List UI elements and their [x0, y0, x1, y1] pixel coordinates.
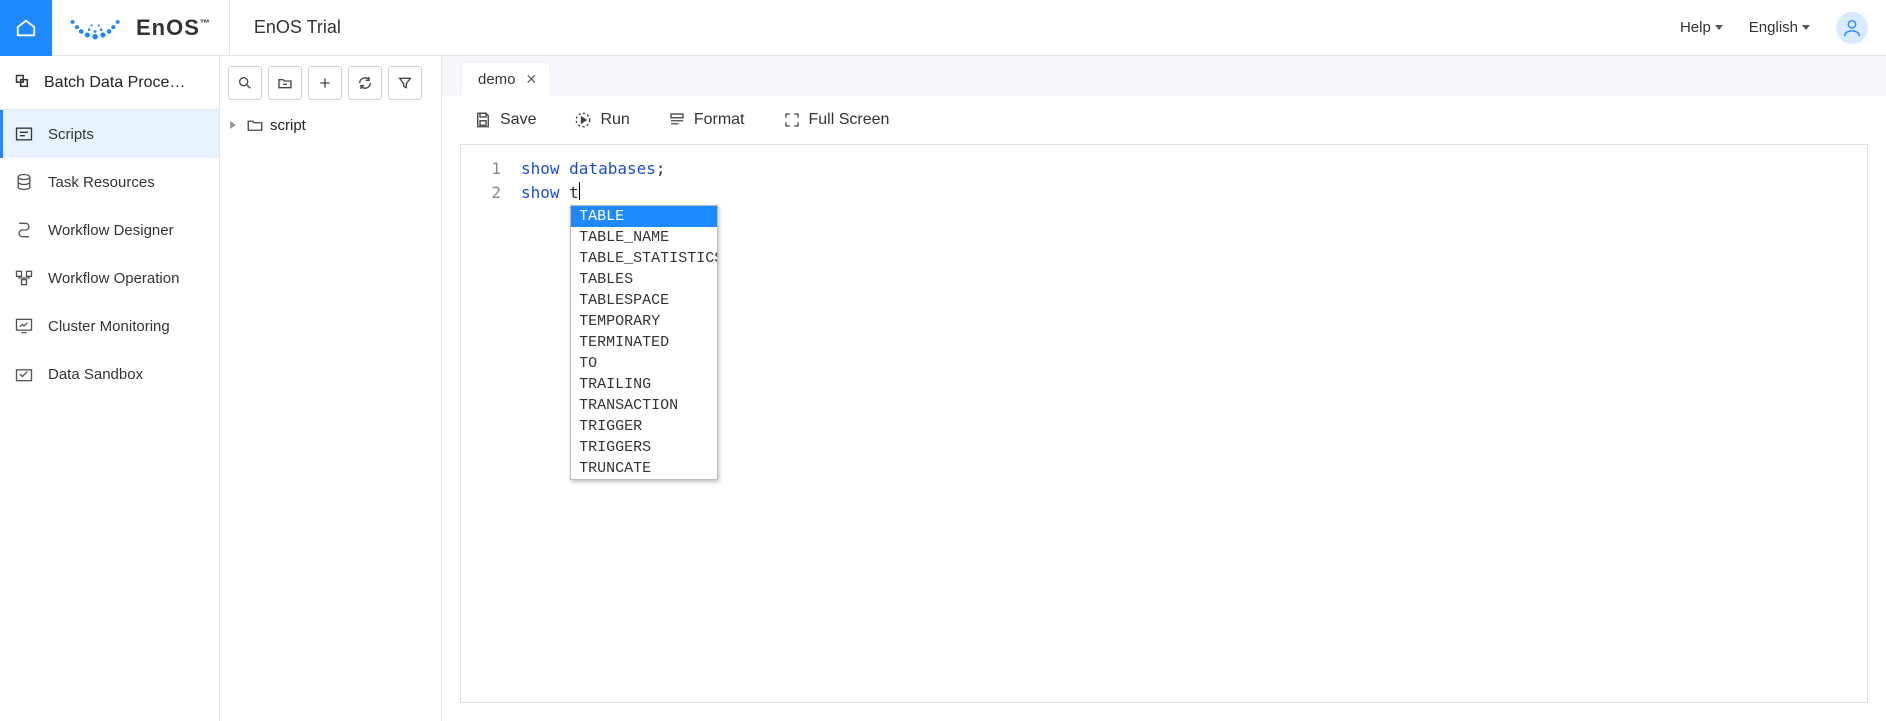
- autocomplete-item[interactable]: TABLE_NAME: [571, 227, 717, 248]
- collapsed-triangle-icon: [230, 121, 236, 129]
- autocomplete-item[interactable]: TERMINATED: [571, 332, 717, 353]
- caret-down-icon: [1802, 25, 1810, 30]
- autocomplete-item[interactable]: TABLE_STATISTICS: [571, 248, 717, 269]
- top-header: EnOS™ EnOS Trial Help English: [0, 0, 1886, 56]
- autocomplete-item[interactable]: TEMPORARY: [571, 311, 717, 332]
- tree-new-folder-button[interactable]: [268, 66, 302, 100]
- refresh-icon: [357, 75, 373, 91]
- tree-toolbar: [226, 64, 435, 110]
- scripts-icon: [14, 124, 34, 144]
- editor-action-bar: Save Run Format: [442, 96, 1886, 144]
- tree-add-button[interactable]: [308, 66, 342, 100]
- autocomplete-item[interactable]: TABLE: [571, 206, 717, 227]
- product-trial-label: EnOS Trial: [230, 17, 365, 38]
- help-menu[interactable]: Help: [1680, 19, 1723, 36]
- sidebar: Batch Data Proce… Scripts Task Resources…: [0, 56, 220, 721]
- filter-icon: [397, 75, 413, 91]
- resources-icon: [14, 172, 34, 192]
- home-icon: [15, 17, 37, 39]
- language-label: English: [1749, 19, 1798, 36]
- sidebar-item-label: Scripts: [48, 126, 94, 143]
- tab-label: demo: [478, 71, 516, 88]
- sidebar-item-workflow-designer[interactable]: Workflow Designer: [0, 206, 219, 254]
- autocomplete-item[interactable]: TRAILING: [571, 374, 717, 395]
- editor-card: Save Run Format: [442, 96, 1886, 721]
- sidebar-item-cluster-monitoring[interactable]: Cluster Monitoring: [0, 302, 219, 350]
- format-label: Format: [694, 111, 745, 129]
- monitor-icon: [14, 316, 34, 336]
- sidebar-item-data-sandbox[interactable]: Data Sandbox: [0, 350, 219, 398]
- autocomplete-item[interactable]: TRIGGERS: [571, 437, 717, 458]
- autocomplete-popup[interactable]: TABLETABLE_NAMETABLE_STATISTICSTABLESTAB…: [570, 205, 718, 480]
- tab-demo[interactable]: demo ✕: [462, 63, 549, 96]
- language-menu[interactable]: English: [1749, 19, 1810, 36]
- save-icon: [474, 111, 492, 129]
- brand-logo[interactable]: EnOS™: [52, 0, 230, 55]
- workflow-designer-icon: [14, 220, 34, 240]
- code-line-2: 2 show t: [461, 181, 1867, 205]
- sidebar-item-label: Workflow Operation: [48, 270, 179, 287]
- sidebar-item-workflow-operation[interactable]: Workflow Operation: [0, 254, 219, 302]
- tree-filter-button[interactable]: [388, 66, 422, 100]
- script-tree-panel: script: [220, 56, 442, 721]
- code-line-1: 1 show databases;: [461, 157, 1867, 181]
- sidebar-item-label: Data Sandbox: [48, 366, 143, 383]
- line-number: 2: [461, 181, 521, 205]
- fullscreen-button[interactable]: Full Screen: [783, 111, 890, 129]
- run-label: Run: [600, 111, 629, 129]
- sidebar-item-scripts[interactable]: Scripts: [0, 110, 219, 158]
- home-button[interactable]: [0, 0, 52, 56]
- main-area: demo ✕ Save Run: [442, 56, 1886, 721]
- run-button[interactable]: Run: [574, 111, 629, 129]
- line-number: 1: [461, 157, 521, 181]
- header-right-controls: Help English: [1680, 12, 1886, 44]
- tab-bar: demo ✕: [442, 56, 1886, 96]
- fullscreen-icon: [783, 111, 801, 129]
- sidebar-item-label: Cluster Monitoring: [48, 318, 170, 335]
- folder-icon: [246, 116, 264, 134]
- user-avatar[interactable]: [1836, 12, 1868, 44]
- editor-wrap: 1 show databases; 2 show t TABLETABLE_NA…: [442, 144, 1886, 721]
- caret-down-icon: [1715, 25, 1723, 30]
- fullscreen-label: Full Screen: [809, 111, 890, 129]
- tab-close-icon[interactable]: ✕: [526, 71, 538, 88]
- code-editor[interactable]: 1 show databases; 2 show t TABLETABLE_NA…: [460, 144, 1868, 703]
- save-button[interactable]: Save: [474, 111, 536, 129]
- sidebar-item-label: Workflow Designer: [48, 222, 174, 239]
- sandbox-icon: [14, 364, 34, 384]
- autocomplete-item[interactable]: TRUNCATE: [571, 458, 717, 479]
- brand-name: EnOS™: [136, 15, 211, 41]
- format-icon: [668, 111, 686, 129]
- plus-icon: [317, 75, 333, 91]
- sidebar-title: Batch Data Proce…: [44, 74, 185, 92]
- search-icon: [237, 75, 253, 91]
- run-icon: [574, 111, 592, 129]
- tree-item-label: script: [270, 117, 306, 134]
- tree-item-script[interactable]: script: [226, 110, 435, 140]
- sidebar-heading[interactable]: Batch Data Proce…: [0, 56, 219, 110]
- format-button[interactable]: Format: [668, 111, 745, 129]
- brand-mark-icon: [70, 13, 122, 43]
- autocomplete-item[interactable]: TO: [571, 353, 717, 374]
- text-cursor: [579, 182, 580, 200]
- autocomplete-item[interactable]: TABLES: [571, 269, 717, 290]
- autocomplete-item[interactable]: TRIGGER: [571, 416, 717, 437]
- autocomplete-item[interactable]: TABLESPACE: [571, 290, 717, 311]
- tree-refresh-button[interactable]: [348, 66, 382, 100]
- tree-search-button[interactable]: [228, 66, 262, 100]
- sidebar-item-task-resources[interactable]: Task Resources: [0, 158, 219, 206]
- save-label: Save: [500, 111, 536, 129]
- autocomplete-item[interactable]: TRANSACTION: [571, 395, 717, 416]
- help-label: Help: [1680, 19, 1711, 36]
- workflow-operation-icon: [14, 268, 34, 288]
- user-icon: [1841, 17, 1863, 39]
- data-processing-icon: [14, 73, 34, 93]
- sidebar-item-label: Task Resources: [48, 174, 155, 191]
- folder-minus-icon: [277, 75, 293, 91]
- app-body: Batch Data Proce… Scripts Task Resources…: [0, 56, 1886, 721]
